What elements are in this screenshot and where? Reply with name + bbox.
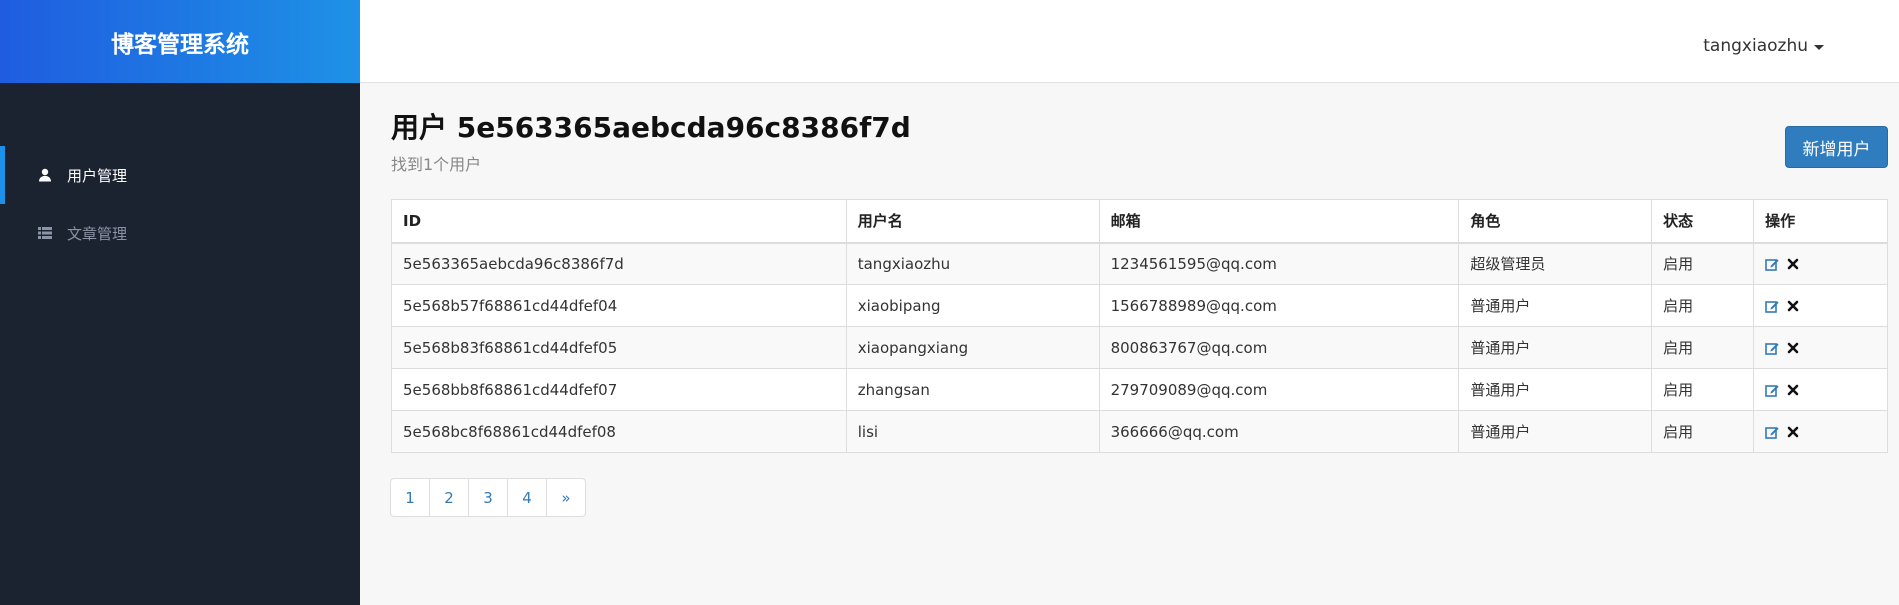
edit-icon[interactable] xyxy=(1765,257,1779,271)
cell-actions xyxy=(1753,284,1888,327)
cell-status: 启用 xyxy=(1651,242,1755,285)
main-content: 用户 5e563365aebcda96c8386f7d 找到1个用户 新增用户 … xyxy=(390,83,1888,517)
cell-username: tangxiaozhu xyxy=(845,242,1100,285)
sidebar-item-users[interactable]: 用户管理 xyxy=(0,146,360,204)
cell-username: xiaobipang xyxy=(845,284,1100,327)
column-header-username: 用户名 xyxy=(845,199,1100,244)
cell-email: 1566788989@qq.com xyxy=(1098,284,1460,327)
pagination: 1 2 3 4 » xyxy=(390,478,586,517)
top-bar: tangxiaozhu xyxy=(360,0,1899,83)
delete-icon[interactable] xyxy=(1787,258,1799,270)
add-user-button[interactable]: 新增用户 xyxy=(1785,126,1888,168)
column-header-status: 状态 xyxy=(1651,199,1755,244)
table-row: 5e568bb8f68861cd44dfef07 zhangsan 279709… xyxy=(391,368,1888,411)
table-row: 5e563365aebcda96c8386f7d tangxiaozhu 123… xyxy=(391,242,1888,285)
cell-username: lisi xyxy=(845,410,1100,453)
cell-id: 5e568bc8f68861cd44dfef08 xyxy=(391,410,847,453)
cell-role: 普通用户 xyxy=(1458,410,1653,453)
user-menu[interactable]: tangxiaozhu xyxy=(1703,36,1824,56)
cell-email: 800863767@qq.com xyxy=(1098,326,1460,369)
user-icon xyxy=(38,168,52,182)
column-header-email: 邮箱 xyxy=(1098,199,1460,244)
sidebar: 博客管理系统 用户管理 文章管理 xyxy=(0,0,360,605)
list-icon xyxy=(38,226,52,240)
cell-status: 启用 xyxy=(1651,368,1755,411)
username-label: tangxiaozhu xyxy=(1703,36,1808,56)
page-link-4[interactable]: 4 xyxy=(507,478,547,517)
page-link-3[interactable]: 3 xyxy=(468,478,508,517)
cell-role: 普通用户 xyxy=(1458,284,1653,327)
edit-icon[interactable] xyxy=(1765,299,1779,313)
column-header-role: 角色 xyxy=(1458,199,1653,244)
table-row: 5e568b57f68861cd44dfef04 xiaobipang 1566… xyxy=(391,284,1888,327)
sidebar-item-label: 文章管理 xyxy=(67,224,128,243)
page-title: 用户 5e563365aebcda96c8386f7d xyxy=(391,111,911,144)
column-header-actions: 操作 xyxy=(1753,199,1888,244)
sidebar-item-label: 用户管理 xyxy=(67,166,128,185)
table-row: 5e568bc8f68861cd44dfef08 lisi 366666@qq.… xyxy=(391,410,1888,453)
cell-email: 366666@qq.com xyxy=(1098,410,1460,453)
cell-email: 279709089@qq.com xyxy=(1098,368,1460,411)
cell-role: 普通用户 xyxy=(1458,326,1653,369)
edit-icon[interactable] xyxy=(1765,425,1779,439)
page-link-next[interactable]: » xyxy=(546,478,586,517)
sidebar-item-articles[interactable]: 文章管理 xyxy=(0,204,360,262)
app-title: 博客管理系统 xyxy=(0,0,360,83)
cell-actions xyxy=(1753,410,1888,453)
delete-icon[interactable] xyxy=(1787,384,1799,396)
cell-role: 普通用户 xyxy=(1458,368,1653,411)
cell-status: 启用 xyxy=(1651,326,1755,369)
cell-username: zhangsan xyxy=(845,368,1100,411)
sidebar-nav: 用户管理 文章管理 xyxy=(0,146,360,262)
page-subtitle: 找到1个用户 xyxy=(391,155,482,174)
delete-icon[interactable] xyxy=(1787,426,1799,438)
table-header-row: ID 用户名 邮箱 角色 状态 操作 xyxy=(391,199,1888,244)
cell-username: xiaopangxiang xyxy=(845,326,1100,369)
page-link-2[interactable]: 2 xyxy=(429,478,469,517)
cell-status: 启用 xyxy=(1651,410,1755,453)
cell-actions xyxy=(1753,326,1888,369)
edit-icon[interactable] xyxy=(1765,341,1779,355)
cell-actions xyxy=(1753,368,1888,411)
caret-down-icon xyxy=(1814,44,1824,50)
table-row: 5e568b83f68861cd44dfef05 xiaopangxiang 8… xyxy=(391,326,1888,369)
cell-id: 5e568b83f68861cd44dfef05 xyxy=(391,326,847,369)
cell-email: 1234561595@qq.com xyxy=(1098,242,1460,285)
delete-icon[interactable] xyxy=(1787,342,1799,354)
cell-actions xyxy=(1753,242,1888,285)
cell-status: 启用 xyxy=(1651,284,1755,327)
cell-id: 5e568b57f68861cd44dfef04 xyxy=(391,284,847,327)
cell-role: 超级管理员 xyxy=(1458,242,1653,285)
users-table: ID 用户名 邮箱 角色 状态 操作 5e563365aebcda96c8386… xyxy=(391,199,1888,453)
cell-id: 5e563365aebcda96c8386f7d xyxy=(391,242,847,285)
column-header-id: ID xyxy=(391,199,847,244)
delete-icon[interactable] xyxy=(1787,300,1799,312)
edit-icon[interactable] xyxy=(1765,383,1779,397)
page-link-1[interactable]: 1 xyxy=(390,478,430,517)
cell-id: 5e568bb8f68861cd44dfef07 xyxy=(391,368,847,411)
